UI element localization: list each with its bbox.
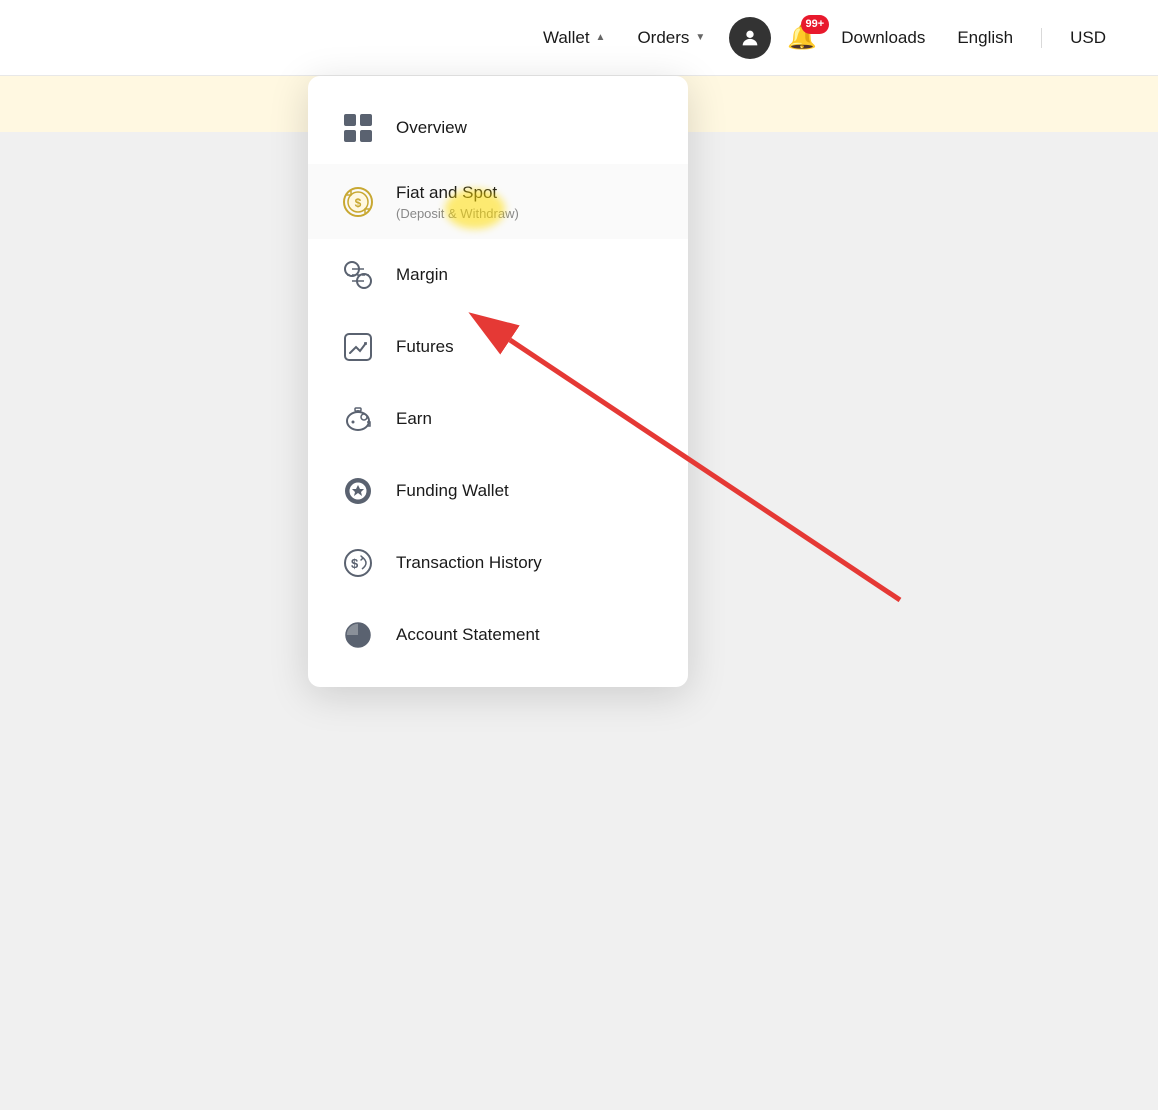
downloads-nav-item[interactable]: Downloads bbox=[829, 20, 937, 56]
account-statement-text: Account Statement bbox=[396, 624, 540, 646]
futures-title: Futures bbox=[396, 336, 454, 358]
menu-item-futures[interactable]: Futures bbox=[308, 311, 688, 383]
svg-text:$: $ bbox=[351, 556, 359, 571]
wallet-nav-item[interactable]: Wallet ▲ bbox=[531, 20, 618, 56]
menu-item-margin[interactable]: Margin bbox=[308, 239, 688, 311]
orders-label: Orders bbox=[637, 28, 689, 48]
futures-text: Futures bbox=[396, 336, 454, 358]
funding-wallet-text: Funding Wallet bbox=[396, 480, 509, 502]
language-nav-item[interactable]: English bbox=[945, 20, 1025, 56]
account-statement-title: Account Statement bbox=[396, 624, 540, 646]
wallet-arrow-up-icon: ▲ bbox=[596, 32, 606, 43]
menu-item-transaction-history[interactable]: $ Transaction History bbox=[308, 527, 688, 599]
menu-item-funding-wallet[interactable]: Funding Wallet bbox=[308, 455, 688, 527]
transaction-history-title: Transaction History bbox=[396, 552, 542, 574]
menu-item-account-statement[interactable]: Account Statement bbox=[308, 599, 688, 671]
orders-arrow-down-icon: ▼ bbox=[695, 32, 705, 43]
overview-icon bbox=[340, 110, 376, 146]
user-avatar-button[interactable] bbox=[729, 17, 771, 59]
menu-item-overview[interactable]: Overview bbox=[308, 92, 688, 164]
earn-icon bbox=[340, 401, 376, 437]
fiat-spot-icon: $ bbox=[340, 184, 376, 220]
futures-icon bbox=[340, 329, 376, 365]
currency-nav-item[interactable]: USD bbox=[1058, 20, 1118, 56]
earn-title: Earn bbox=[396, 408, 432, 430]
orders-nav-item[interactable]: Orders ▼ bbox=[625, 20, 717, 56]
downloads-label: Downloads bbox=[841, 28, 925, 48]
navbar: Wallet ▲ Orders ▼ 🔔 99+ Downloads Englis… bbox=[0, 0, 1158, 76]
notification-badge: 99+ bbox=[801, 15, 830, 34]
menu-item-earn[interactable]: Earn bbox=[308, 383, 688, 455]
wallet-label: Wallet bbox=[543, 28, 590, 48]
svg-text:$: $ bbox=[355, 196, 362, 210]
nav-divider bbox=[1041, 28, 1042, 48]
highlight-annotation bbox=[445, 189, 505, 229]
usd-label: USD bbox=[1070, 28, 1106, 48]
earn-text: Earn bbox=[396, 408, 432, 430]
transaction-history-text: Transaction History bbox=[396, 552, 542, 574]
transaction-history-icon: $ bbox=[340, 545, 376, 581]
funding-wallet-title: Funding Wallet bbox=[396, 480, 509, 502]
notifications-button[interactable]: 🔔 99+ bbox=[787, 23, 817, 52]
funding-wallet-icon bbox=[340, 473, 376, 509]
overview-title: Overview bbox=[396, 117, 467, 139]
margin-text: Margin bbox=[396, 264, 448, 286]
margin-icon bbox=[340, 257, 376, 293]
account-statement-icon bbox=[340, 617, 376, 653]
wallet-dropdown-menu: Overview $ Fiat and Spot (Deposit & With… bbox=[308, 76, 688, 687]
overview-text: Overview bbox=[396, 117, 467, 139]
margin-title: Margin bbox=[396, 264, 448, 286]
english-label: English bbox=[957, 28, 1013, 48]
